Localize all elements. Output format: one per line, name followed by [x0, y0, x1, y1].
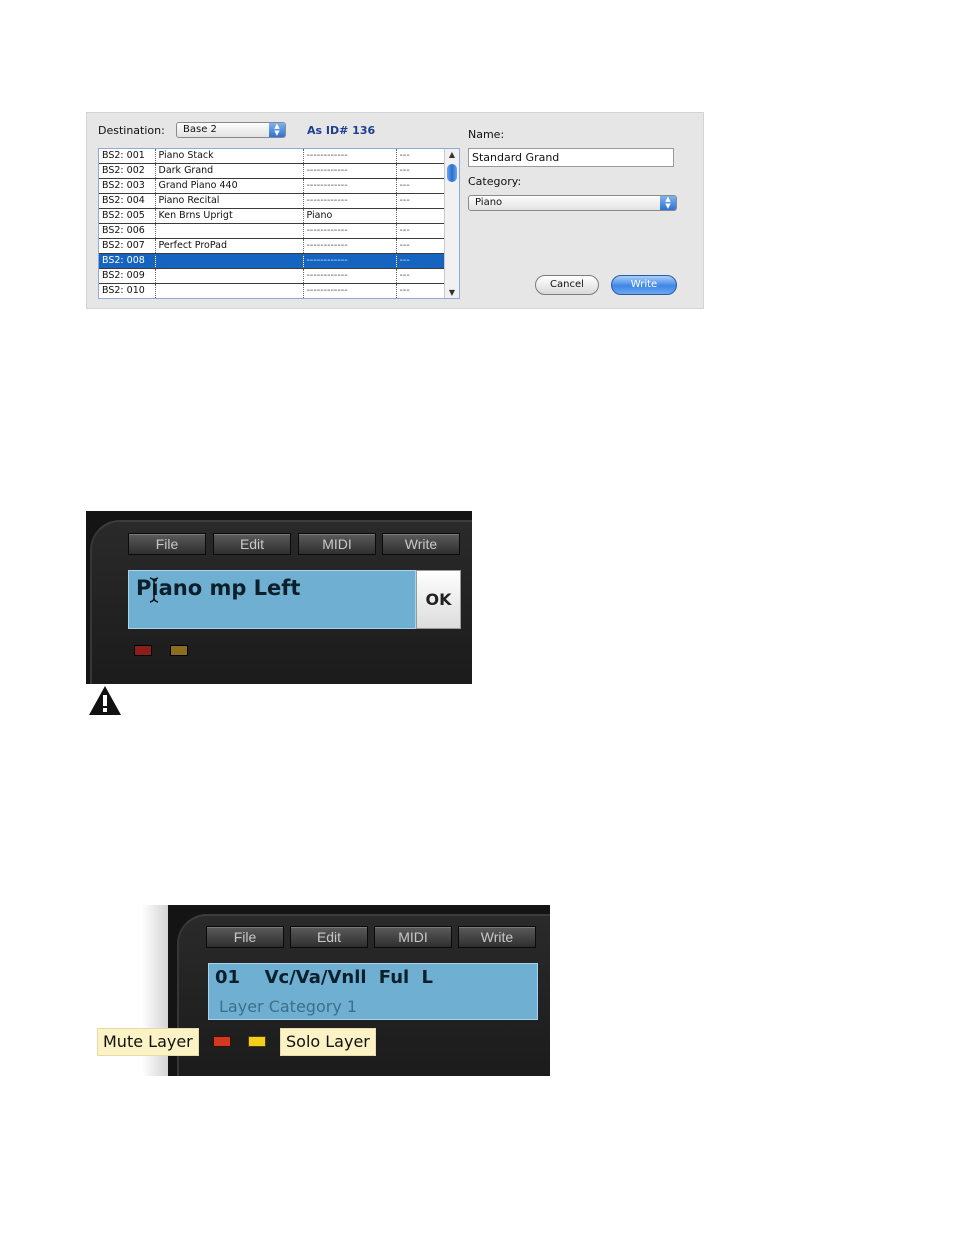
- write-dialog: Destination: Base 2 ▲ ▼ As ID# 136 BS2: 0…: [86, 112, 704, 309]
- synth-panel-rename: File Edit MIDI Write Piano mp Left OK: [86, 511, 472, 684]
- flag-cell: ---: [396, 178, 446, 194]
- slot-cell: BS2: 002: [99, 163, 156, 179]
- destination-select[interactable]: Base 2 ▲ ▼: [176, 122, 286, 138]
- popup-arrows-icon: ▲ ▼: [269, 123, 285, 137]
- category-cell: ------------: [303, 283, 397, 298]
- destination-label: Destination:: [98, 124, 165, 137]
- scroll-down-icon[interactable]: ▼: [445, 288, 459, 297]
- table-row[interactable]: BS2: 005 Ken Brns Uprigt Piano: [99, 208, 446, 224]
- flag-cell: ---: [396, 149, 446, 164]
- name-cell: [155, 253, 304, 269]
- table-row[interactable]: BS2: 001 Piano Stack ------------ ---: [99, 149, 446, 164]
- category-value: Piano: [475, 197, 503, 208]
- slot-cell: BS2: 005: [99, 208, 156, 224]
- menu-write-button[interactable]: Write: [458, 926, 536, 948]
- name-cell: [155, 283, 304, 298]
- as-id-label: As ID# 136: [307, 124, 376, 137]
- slot-cell: BS2: 007: [99, 238, 156, 254]
- flag-cell: ---: [396, 163, 446, 179]
- patch-name-text[interactable]: Piano mp Left: [136, 576, 300, 600]
- category-cell: ------------: [303, 163, 397, 179]
- category-cell: Piano: [303, 208, 397, 224]
- cancel-button[interactable]: Cancel: [535, 275, 599, 295]
- category-cell: ------------: [303, 149, 397, 164]
- mute-led[interactable]: [134, 645, 152, 656]
- flag-cell: ---: [396, 253, 446, 269]
- table-row[interactable]: BS2: 007 Perfect ProPad ------------ ---: [99, 238, 446, 254]
- mute-layer-tooltip: Mute Layer: [97, 1028, 199, 1056]
- flag-cell: ---: [396, 193, 446, 209]
- layer-title: 01 Vc/Va/Vnll Ful L: [215, 967, 433, 988]
- menu-write-button[interactable]: Write: [382, 533, 460, 555]
- name-label: Name:: [468, 128, 505, 141]
- name-cell: Grand Piano 440: [155, 178, 304, 194]
- ok-button[interactable]: OK: [416, 570, 461, 629]
- solo-layer-led[interactable]: [248, 1036, 266, 1047]
- slot-cell: BS2: 003: [99, 178, 156, 194]
- write-button[interactable]: Write: [611, 275, 677, 295]
- table-row[interactable]: BS2: 009 ------------ ---: [99, 268, 446, 284]
- name-cell: Perfect ProPad: [155, 238, 304, 254]
- table-row[interactable]: BS2: 002 Dark Grand ------------ ---: [99, 163, 446, 179]
- table-row[interactable]: BS2: 003 Grand Piano 440 ------------ ---: [99, 178, 446, 194]
- flag-cell: ---: [396, 268, 446, 284]
- category-cell: ------------: [303, 268, 397, 284]
- name-cell: Piano Recital: [155, 193, 304, 209]
- patch-list[interactable]: BS2: 001 Piano Stack ------------ --- BS2: 0…: [98, 148, 460, 299]
- category-cell: ------------: [303, 178, 397, 194]
- category-label: Category:: [468, 175, 522, 188]
- slot-cell: BS2: 010: [99, 283, 156, 298]
- solo-led[interactable]: [170, 645, 188, 656]
- category-select[interactable]: Piano ▲ ▼: [468, 195, 677, 211]
- layer-display[interactable]: 01 Vc/Va/Vnll Ful L Layer Category 1: [208, 963, 538, 1020]
- destination-value: Base 2: [183, 124, 217, 135]
- category-cell: ------------: [303, 193, 397, 209]
- flag-cell: [396, 208, 446, 224]
- layer-number: 01: [215, 967, 241, 988]
- scroll-up-icon[interactable]: ▲: [445, 150, 459, 159]
- warning-icon: [89, 686, 121, 715]
- name-cell: Dark Grand: [155, 163, 304, 179]
- solo-layer-tooltip: Solo Layer: [280, 1028, 376, 1056]
- list-scrollbar[interactable]: ▲ ▼: [444, 149, 459, 298]
- flag-cell: ---: [396, 223, 446, 239]
- name-cell: [155, 268, 304, 284]
- popup-arrows-icon: ▲ ▼: [660, 196, 676, 210]
- name-cell: Ken Brns Uprigt: [155, 208, 304, 224]
- name-field[interactable]: Standard Grand: [468, 148, 674, 167]
- patch-table: BS2: 001 Piano Stack ------------ --- BS2: 0…: [99, 149, 446, 298]
- layer-category: Layer Category 1: [219, 997, 358, 1016]
- menu-edit-button[interactable]: Edit: [213, 533, 291, 555]
- slot-cell: BS2: 008: [99, 253, 156, 269]
- layer-name: Vc/Va/Vnll Ful L: [264, 967, 433, 988]
- slot-cell: BS2: 004: [99, 193, 156, 209]
- patch-name-display[interactable]: Piano mp Left: [128, 570, 416, 629]
- flag-cell: ---: [396, 238, 446, 254]
- category-cell: ------------: [303, 238, 397, 254]
- mute-layer-led[interactable]: [213, 1036, 231, 1047]
- menu-file-button[interactable]: File: [128, 533, 206, 555]
- table-row[interactable]: BS2: 006 ------------ ---: [99, 223, 446, 239]
- slot-cell: BS2: 006: [99, 223, 156, 239]
- menu-midi-button[interactable]: MIDI: [298, 533, 376, 555]
- slot-cell: BS2: 001: [99, 149, 156, 164]
- name-cell: [155, 223, 304, 239]
- text-cursor-icon: [149, 577, 159, 603]
- name-cell: Piano Stack: [155, 149, 304, 164]
- flag-cell: ---: [396, 283, 446, 298]
- scroll-thumb[interactable]: [447, 164, 457, 182]
- category-cell: ------------: [303, 223, 397, 239]
- table-row[interactable]: BS2: 008 ------------ ---: [99, 253, 446, 269]
- table-row[interactable]: BS2: 004 Piano Recital ------------ ---: [99, 193, 446, 209]
- menu-edit-button[interactable]: Edit: [290, 926, 368, 948]
- menu-file-button[interactable]: File: [206, 926, 284, 948]
- category-cell: ------------: [303, 253, 397, 269]
- slot-cell: BS2: 009: [99, 268, 156, 284]
- menu-midi-button[interactable]: MIDI: [374, 926, 452, 948]
- table-row[interactable]: BS2: 010 ------------ ---: [99, 283, 446, 298]
